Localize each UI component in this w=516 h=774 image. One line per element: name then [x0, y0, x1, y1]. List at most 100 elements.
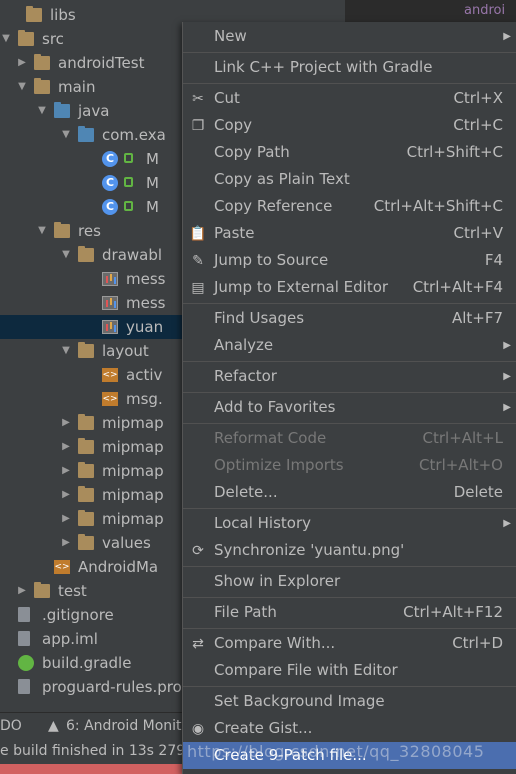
menu-item-delete[interactable]: Delete... Delete — [183, 479, 516, 506]
menu-item-refactor[interactable]: Refactor ▶ — [183, 363, 516, 390]
menu-item-optimize-imports[interactable]: Optimize Imports Ctrl+Alt+O — [183, 452, 516, 479]
expand-arrow-icon[interactable]: ▼ — [16, 75, 28, 99]
image-file-icon — [102, 320, 118, 334]
menu-item-label: Add to Favorites — [214, 398, 336, 416]
menu-item-label: Optimize Imports — [214, 456, 344, 474]
lock-icon — [124, 177, 133, 187]
class-icon: C — [102, 151, 118, 167]
manifest-file-icon: <> — [54, 560, 70, 574]
menu-separator — [183, 508, 516, 509]
menu-item-find-usages[interactable]: Find Usages Alt+F7 — [183, 305, 516, 332]
menu-item-add-to-favorites[interactable]: Add to Favorites ▶ — [183, 394, 516, 421]
collapse-arrow-icon[interactable]: ▶ — [60, 459, 72, 483]
menu-item-label: Refactor — [214, 367, 277, 385]
folder-icon — [78, 414, 94, 430]
folder-icon — [34, 54, 50, 70]
tree-item-label: com.exa — [102, 126, 166, 144]
menu-item-jump-to-source[interactable]: ✎ Jump to Source F4 — [183, 247, 516, 274]
github-icon: ◉ — [191, 721, 205, 737]
tree-item-label: mipmap — [102, 510, 164, 528]
menu-item-label: Copy Reference — [214, 197, 333, 215]
menu-item-copy[interactable]: ❐ Copy Ctrl+C — [183, 112, 516, 139]
menu-separator — [183, 597, 516, 598]
menu-item-jump-to-external-editor[interactable]: ▤ Jump to External Editor Ctrl+Alt+F4 — [183, 274, 516, 301]
tree-item-label: res — [78, 222, 101, 240]
menu-item-label: New — [214, 27, 247, 45]
menu-item-compare-with[interactable]: ⇄ Compare With... Ctrl+D — [183, 630, 516, 657]
menu-item-new[interactable]: New ▶ — [183, 23, 516, 50]
collapse-arrow-icon[interactable]: ▶ — [60, 435, 72, 459]
menu-separator — [183, 628, 516, 629]
folder-icon — [78, 510, 94, 526]
menu-separator — [183, 566, 516, 567]
menu-item-link-c-project-with-gradle[interactable]: Link C++ Project with Gradle — [183, 54, 516, 81]
menu-item-label: Analyze — [214, 336, 274, 354]
menu-item-label: Synchronize 'yuantu.png' — [214, 541, 405, 559]
tree-item-label: build.gradle — [42, 654, 132, 672]
menu-separator — [183, 52, 516, 53]
expand-arrow-icon[interactable]: ▼ — [0, 27, 12, 51]
lock-icon — [124, 201, 133, 211]
expand-arrow-icon[interactable]: ▼ — [36, 99, 48, 123]
expand-arrow-icon[interactable]: ▼ — [36, 219, 48, 243]
tree-row[interactable]: yuan — [0, 315, 185, 339]
tree-item-label: java — [78, 102, 110, 120]
folder-icon — [78, 486, 94, 502]
gradle-icon — [18, 655, 34, 671]
tree-item-label: M — [146, 150, 159, 168]
folder-icon — [26, 6, 42, 22]
expand-arrow-icon[interactable]: ▼ — [60, 123, 72, 147]
folder-icon — [78, 246, 94, 262]
tree-item-label: mipmap — [102, 438, 164, 456]
menu-item-create-gist[interactable]: ◉ Create Gist... — [183, 715, 516, 742]
folder-icon — [78, 342, 94, 358]
expand-arrow-icon[interactable]: ▼ — [60, 243, 72, 267]
folder-icon — [34, 582, 50, 598]
menu-item-file-path[interactable]: File Path Ctrl+Alt+F12 — [183, 599, 516, 626]
tree-item-label: main — [58, 78, 96, 96]
menu-separator — [183, 686, 516, 687]
collapse-arrow-icon[interactable]: ▶ — [60, 483, 72, 507]
tree-item-label: libs — [50, 6, 76, 24]
menu-item-label: Paste — [214, 224, 255, 242]
menu-item-shortcut: Delete — [453, 483, 503, 501]
tree-item-label: mess — [126, 270, 166, 288]
expand-arrow-icon[interactable]: ▼ — [60, 339, 72, 363]
menu-item-set-background-image[interactable]: Set Background Image — [183, 688, 516, 715]
menu-item-cut[interactable]: ✂ Cut Ctrl+X — [183, 85, 516, 112]
menu-item-local-history[interactable]: Local History ▶ — [183, 510, 516, 537]
menu-item-reformat-code[interactable]: Reformat Code Ctrl+Alt+L — [183, 425, 516, 452]
menu-item-copy-as-plain-text[interactable]: Copy as Plain Text — [183, 166, 516, 193]
menu-item-label: Copy Path — [214, 143, 290, 161]
submenu-arrow-icon: ▶ — [503, 402, 511, 413]
menu-item-synchronize-yuantu-png[interactable]: ⟳ Synchronize 'yuantu.png' — [183, 537, 516, 564]
menu-item-copy-reference[interactable]: Copy Reference Ctrl+Alt+Shift+C — [183, 193, 516, 220]
folder-icon — [78, 534, 94, 550]
menu-item-label: Set Background Image — [214, 692, 385, 710]
tree-item-label: mipmap — [102, 414, 164, 432]
menu-separator — [183, 361, 516, 362]
tree-item-label: activ — [126, 366, 163, 384]
collapse-arrow-icon[interactable]: ▶ — [60, 507, 72, 531]
menu-item-analyze[interactable]: Analyze ▶ — [183, 332, 516, 359]
menu-item-compare-file-with-editor[interactable]: Compare File with Editor — [183, 657, 516, 684]
collapse-arrow-icon[interactable]: ▶ — [16, 579, 28, 603]
menu-item-shortcut: Ctrl+Shift+C — [406, 143, 503, 161]
tree-item-label: layout — [102, 342, 149, 360]
image-file-icon — [102, 272, 118, 286]
tree-item-label: androidTest — [58, 54, 145, 72]
menu-item-show-in-explorer[interactable]: Show in Explorer — [183, 568, 516, 595]
tree-item-label: AndroidMa — [78, 558, 159, 576]
menu-item-paste[interactable]: 📋 Paste Ctrl+V — [183, 220, 516, 247]
submenu-arrow-icon: ▶ — [503, 31, 511, 42]
tree-item-label: yuan — [126, 318, 164, 336]
menu-item-copy-path[interactable]: Copy Path Ctrl+Shift+C — [183, 139, 516, 166]
menu-item-create-9-patch-file[interactable]: Create 9-Patch file... — [183, 742, 516, 769]
collapse-arrow-icon[interactable]: ▶ — [60, 531, 72, 555]
menu-item-label: Local History — [214, 514, 312, 532]
tab-android-monitor[interactable]: 6: Android Monit — [66, 713, 182, 739]
collapse-arrow-icon[interactable]: ▶ — [16, 51, 28, 75]
collapse-arrow-icon[interactable]: ▶ — [60, 411, 72, 435]
menu-item-shortcut: Ctrl+Alt+F12 — [403, 603, 503, 621]
tab-todo[interactable]: DO — [0, 713, 22, 739]
